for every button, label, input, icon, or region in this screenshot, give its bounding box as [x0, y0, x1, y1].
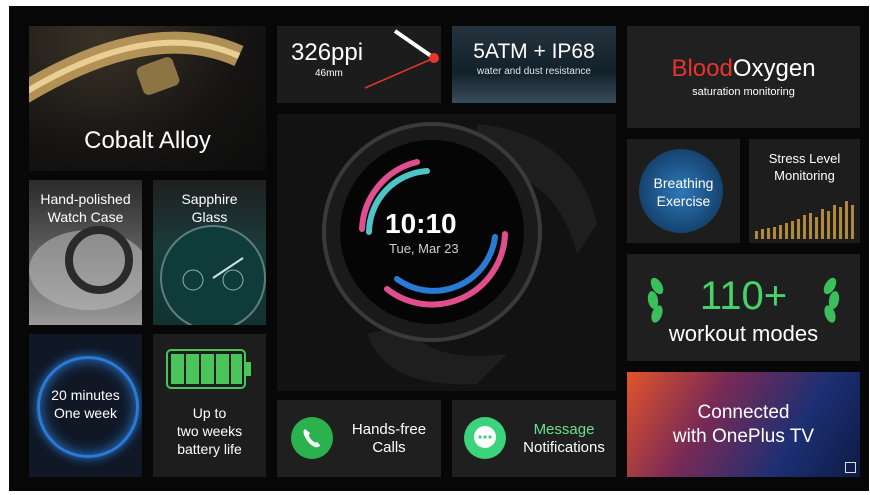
ppi-value: 326ppi [291, 39, 364, 66]
blood-oxygen-subtitle: saturation monitoring [692, 86, 795, 98]
tv-line1: Connected [697, 402, 790, 423]
stress-bars-graphic [755, 201, 854, 239]
tile-stress: Stress Level Monitoring [749, 139, 860, 243]
charge-line2: One week [53, 405, 118, 421]
tile-sapphire-glass: Sapphire Glass [153, 180, 266, 325]
tile-workout: 110+ workout modes [627, 254, 860, 361]
sapphire-line1: Sapphire [181, 191, 238, 207]
atm-title: 5ATM + IP68 [473, 40, 595, 63]
calls-line1: Hands-free [351, 421, 427, 438]
chat-icon [464, 417, 506, 459]
sapphire-line2: Glass [191, 209, 228, 225]
workout-count: 110+ [699, 274, 788, 318]
tile-messages: Message Notifications [452, 400, 616, 477]
calls-line2: Calls [372, 439, 406, 456]
tile-calls: Hands-free Calls [277, 400, 441, 477]
atm-subtitle: water and dust resistance [477, 66, 591, 77]
blood-oxygen-title: BloodOxygen [627, 55, 860, 83]
tile-cobalt-alloy: Cobalt Alloy [29, 26, 266, 171]
battery-line1: Up to [192, 405, 227, 421]
blood-word: Blood [671, 55, 733, 82]
brand-mark-icon [845, 462, 856, 473]
tile-battery: Up to two weeks battery life [153, 334, 266, 477]
breathing-line2: Exercise [656, 193, 711, 209]
workout-label: workout modes [668, 321, 819, 346]
tile-oneplus-tv: Connected with OnePlus TV [627, 372, 860, 477]
tile-ppi: 326ppi 46mm [277, 26, 441, 103]
tile-blood-oxygen: BloodOxygen saturation monitoring [627, 26, 860, 128]
tile-hand-polished: Hand-polished Watch Case [29, 180, 142, 325]
ppi-size: 46mm [315, 68, 343, 79]
breathing-line1: Breathing [653, 175, 714, 191]
watch-time: 10:10 [385, 208, 457, 239]
battery-line2: two weeks [176, 423, 243, 439]
message-line1: Message [533, 421, 595, 438]
feature-board: Cobalt Alloy 326ppi 46mm 5ATM + IP68 wat… [9, 6, 869, 491]
watch-date: Tue, Mar 23 [389, 241, 459, 256]
tile-fast-charge: 20 minutes One week [29, 334, 142, 477]
phone-icon [291, 417, 333, 459]
oxygen-word: Oxygen [732, 55, 816, 82]
tile-watch-hero: 10:10 Tue, Mar 23 [277, 114, 616, 391]
message-line2: Notifications [523, 439, 605, 456]
hand-polished-line2: Watch Case [47, 209, 124, 225]
tv-line2: with OnePlus TV [672, 426, 815, 447]
battery-line3: battery life [177, 441, 242, 457]
hand-polished-line1: Hand-polished [40, 191, 131, 207]
tile-water-resistance: 5ATM + IP68 water and dust resistance [452, 26, 616, 103]
tile-breathing: Breathing Exercise [627, 139, 740, 243]
charge-line1: 20 minutes [51, 387, 120, 403]
cobalt-alloy-label: Cobalt Alloy [84, 127, 211, 154]
